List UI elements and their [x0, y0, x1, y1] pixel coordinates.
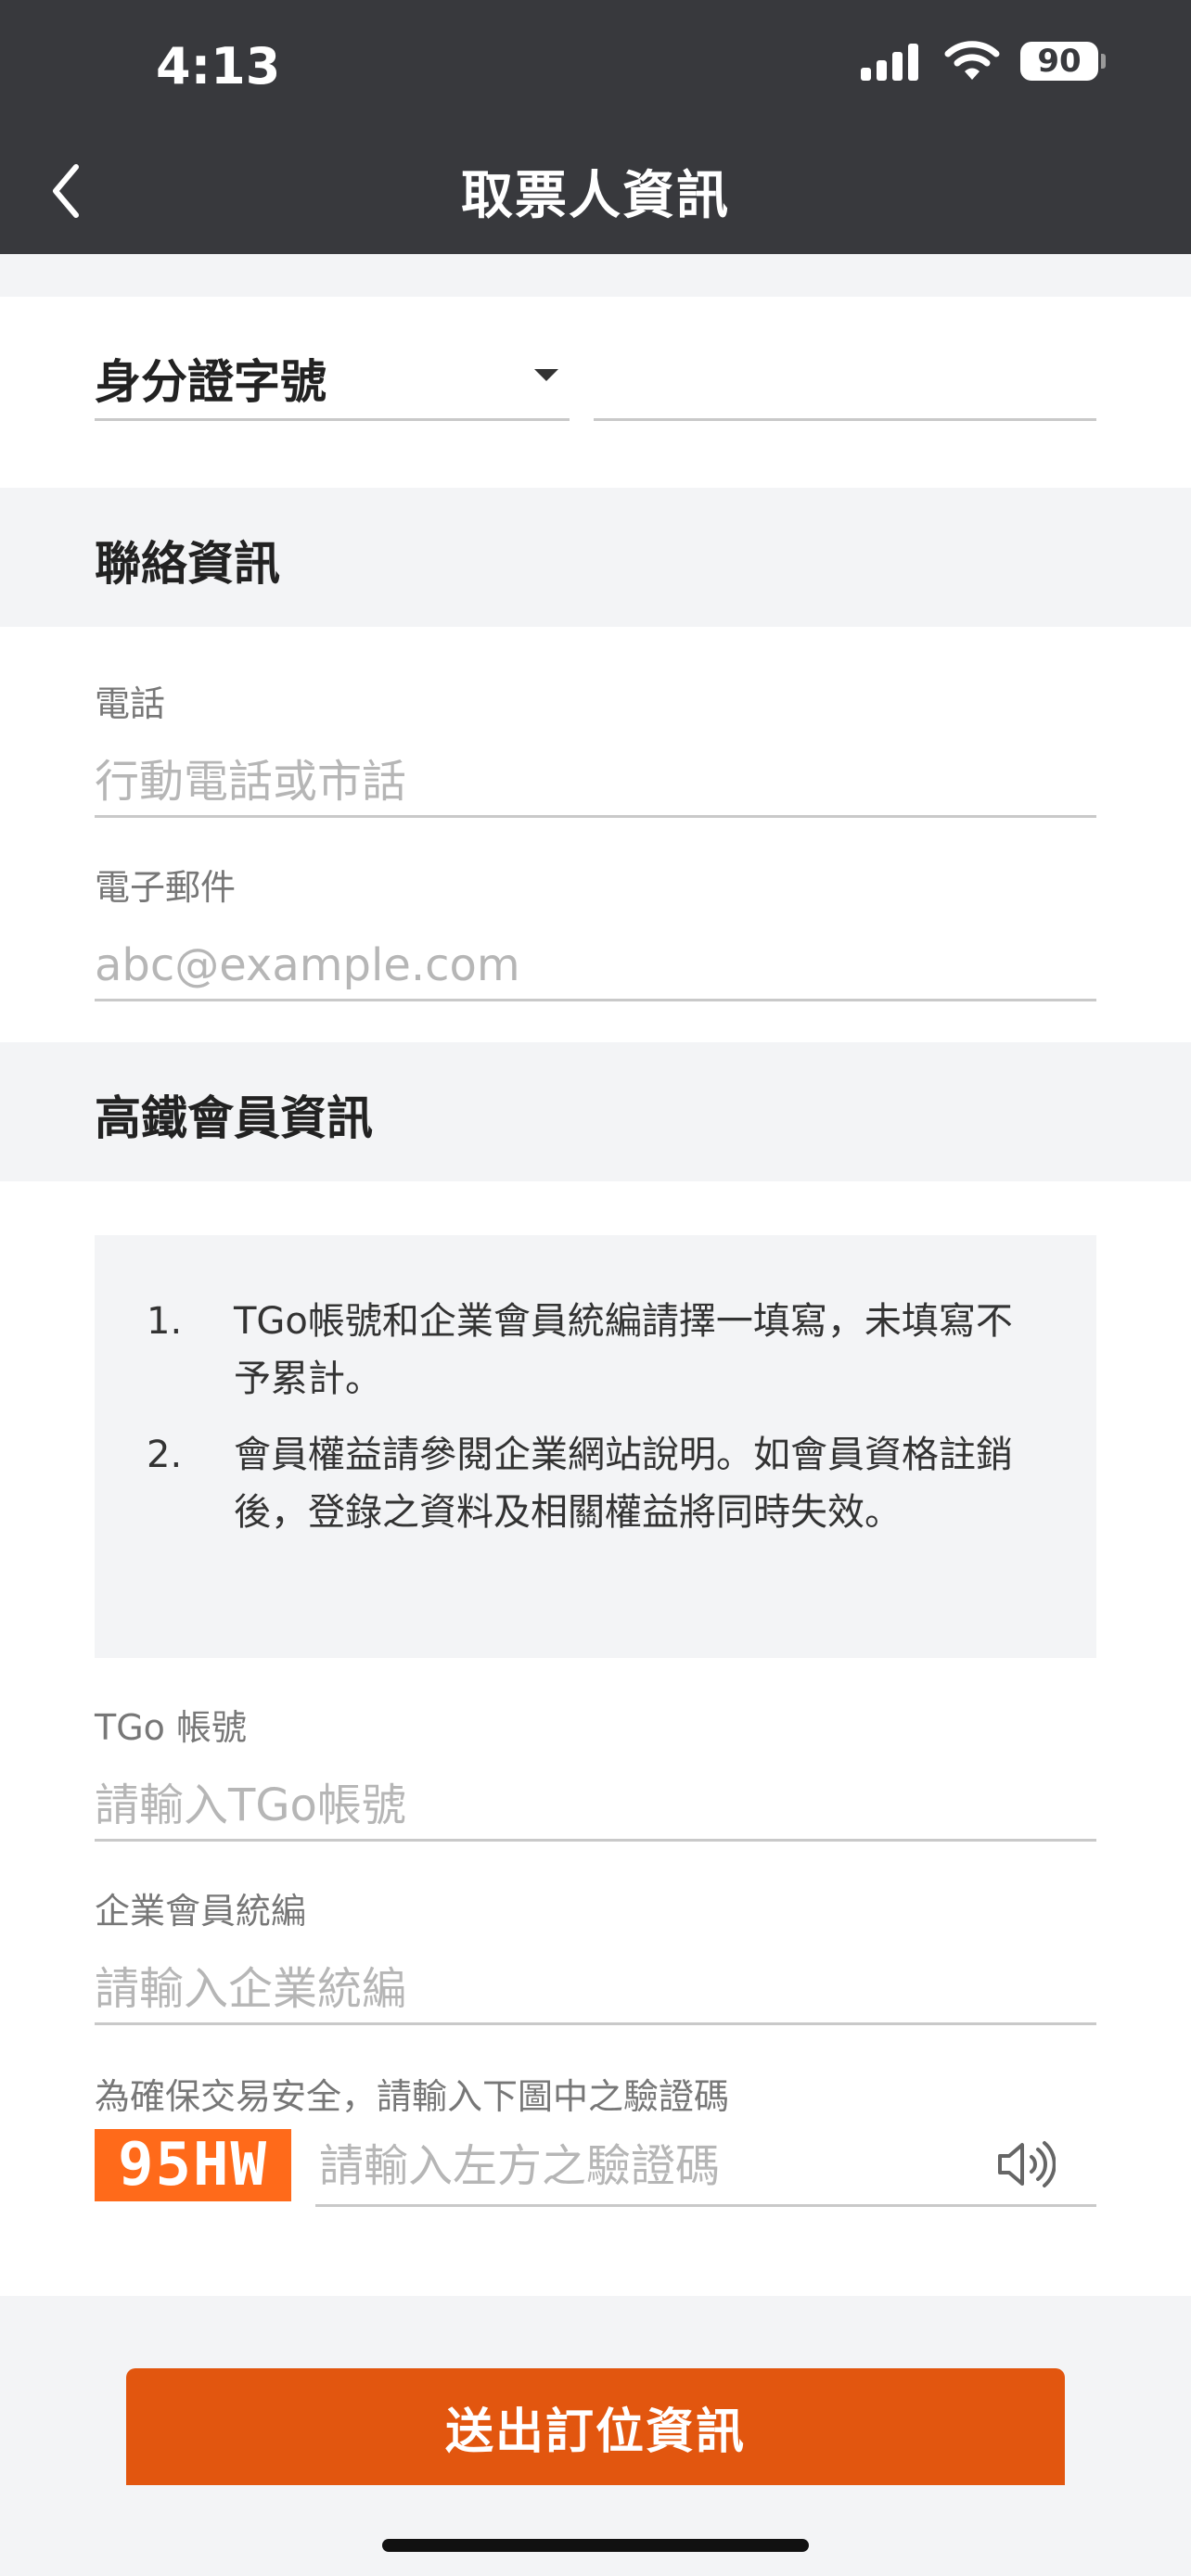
caret-down-icon: [534, 369, 558, 381]
submit-booking-button[interactable]: 送出訂位資訊: [126, 2368, 1065, 2485]
cellular-signal-icon: [861, 42, 924, 81]
id-number-input[interactable]: [594, 343, 1096, 421]
notice-number: 2.: [147, 1434, 183, 1476]
notice-number: 1.: [147, 1300, 183, 1343]
email-label: 電子郵件: [95, 867, 237, 908]
home-indicator: [382, 2539, 809, 2552]
captcha-label: 為確保交易安全，請輸入下圖中之驗證碼: [95, 2076, 730, 2117]
contact-section-title: 聯絡資訊: [95, 537, 280, 591]
speaker-icon[interactable]: [994, 2138, 1056, 2190]
member-notice-box: 1. TGo帳號和企業會員統編請擇一填寫，未填寫不予累計。 2. 會員權益請參閱…: [95, 1235, 1096, 1658]
id-type-select[interactable]: 身分證字號: [95, 343, 570, 421]
notice-text: TGo帳號和企業會員統編請擇一填寫，未填寫不予累計。: [234, 1300, 1013, 1400]
status-time: 4:13: [156, 37, 281, 96]
captcha-image[interactable]: 95HW: [95, 2129, 291, 2201]
status-icons: 90: [861, 41, 1106, 82]
captcha-input[interactable]: [315, 2127, 1096, 2207]
corp-id-input[interactable]: [95, 1955, 1096, 2025]
tgo-account-label: TGo 帳號: [95, 1707, 247, 1748]
page-title: 取票人資訊: [461, 166, 730, 226]
tgo-account-input[interactable]: [95, 1771, 1096, 1842]
email-input[interactable]: [95, 931, 1096, 1001]
notice-text: 會員權益請參閱企業網站說明。如會員資格註銷後，登錄之資料及相關權益將同時失效。: [234, 1434, 1013, 1534]
phone-label: 電話: [95, 683, 166, 724]
id-type-label: 身分證字號: [95, 355, 327, 409]
phone-input[interactable]: [95, 747, 1096, 818]
member-section-title: 高鐵會員資訊: [95, 1091, 373, 1145]
battery-icon: 90: [1020, 42, 1106, 81]
top-bar: 4:13 90 取票人資訊: [0, 0, 1191, 254]
wifi-icon: [944, 41, 1000, 80]
corp-id-label: 企業會員統編: [95, 1891, 307, 1932]
